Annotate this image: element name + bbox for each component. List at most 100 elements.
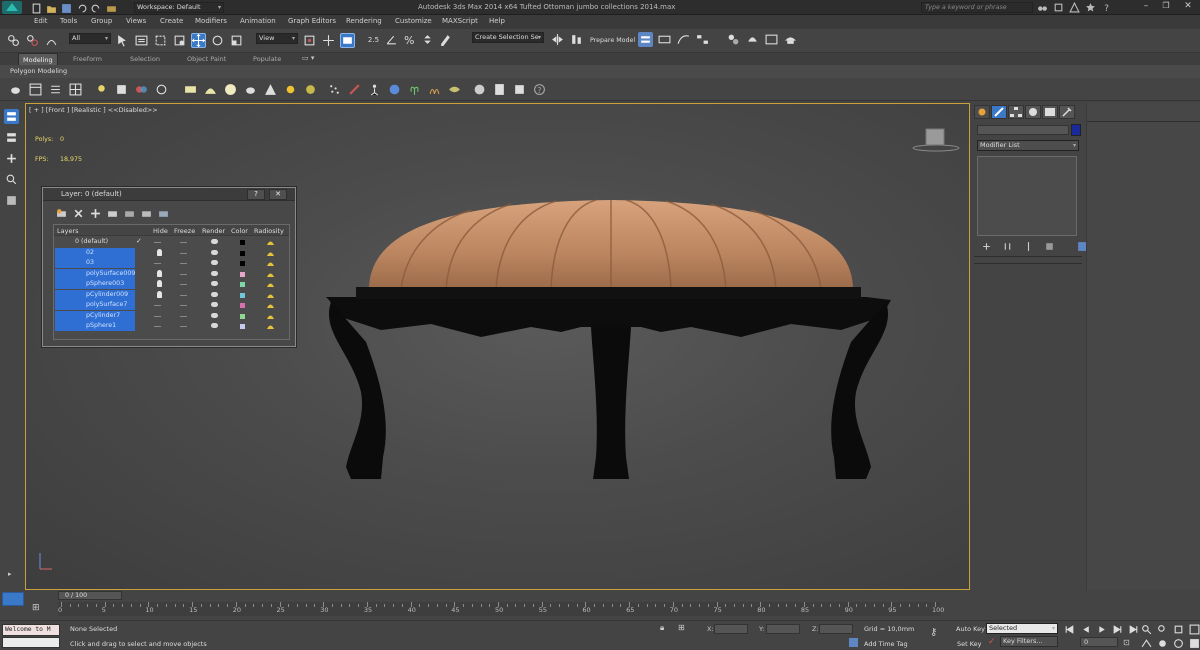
freeze-toggle[interactable] <box>180 252 187 254</box>
tab-populate[interactable]: Populate <box>253 55 281 63</box>
tab-modeling[interactable]: Modeling <box>18 53 58 65</box>
z-coordinate-field[interactable] <box>819 624 853 634</box>
freeze-toggle[interactable] <box>180 315 187 317</box>
new-file-icon[interactable] <box>30 2 43 15</box>
radiosity-icon[interactable] <box>266 280 275 288</box>
layer-color-swatch[interactable] <box>240 250 245 256</box>
col-color[interactable]: Color <box>231 227 248 235</box>
hide-toggle[interactable] <box>154 315 161 317</box>
render-teapot-icon[interactable] <box>211 239 218 244</box>
tab-utilities[interactable] <box>1059 105 1075 119</box>
col-hide[interactable]: Hide <box>153 227 168 235</box>
layer-row[interactable]: polySurface009 <box>54 268 289 280</box>
menu-rendering[interactable]: Rendering <box>346 17 382 25</box>
tab-modify[interactable] <box>991 105 1007 119</box>
plant-icon[interactable] <box>407 82 422 97</box>
delete-layer-icon[interactable] <box>72 207 85 220</box>
remove-modifier-icon[interactable] <box>1043 240 1056 253</box>
plane-primitive-icon[interactable] <box>183 82 198 97</box>
subscription-icon[interactable] <box>1052 1 1065 14</box>
bind-space-warp-icon[interactable] <box>44 33 59 48</box>
go-to-start-icon[interactable] <box>1063 623 1076 636</box>
grid-layout-icon[interactable] <box>68 82 83 97</box>
hide-toggle[interactable] <box>154 263 161 264</box>
document-icon[interactable] <box>492 82 507 97</box>
select-link-icon[interactable] <box>6 33 21 48</box>
radiosity-icon[interactable] <box>266 322 275 330</box>
expand-arrow-icon[interactable]: ▸ <box>8 570 12 578</box>
key-mode-icon[interactable]: ⚷ <box>930 627 937 638</box>
make-unique-icon[interactable] <box>1022 240 1035 253</box>
layer-explorer-icon[interactable] <box>4 109 19 124</box>
menu-help[interactable]: Help <box>489 17 505 25</box>
close-button[interactable]: ✕ <box>1176 0 1200 14</box>
named-selection-dropdown[interactable]: Create Selection Se <box>472 32 544 43</box>
maxscript-input[interactable] <box>2 637 60 648</box>
rendered-frame-window-icon[interactable] <box>764 32 779 47</box>
time-config-icon[interactable]: ⊡ <box>1123 638 1130 647</box>
angle-snap-icon[interactable] <box>384 32 399 47</box>
mini-listener-toggle[interactable] <box>2 592 24 606</box>
object-color-swatch[interactable] <box>1071 124 1081 136</box>
prepare-model-label[interactable]: Prepare Model <box>590 37 635 44</box>
set-key-check-icon[interactable]: ✓ <box>988 637 996 647</box>
redo-icon[interactable] <box>90 2 103 15</box>
help-circle-icon[interactable]: ? <box>532 82 547 97</box>
unlink-icon[interactable] <box>25 33 40 48</box>
col-render[interactable]: Render <box>202 227 225 235</box>
col-freeze[interactable]: Freeze <box>174 227 195 235</box>
align-icon[interactable] <box>569 32 584 47</box>
material-editor-icon[interactable] <box>726 32 741 47</box>
light-bulb-icon[interactable] <box>157 280 162 287</box>
bones-icon[interactable] <box>347 82 362 97</box>
workspace-dropdown[interactable]: Workspace: Default <box>134 2 224 13</box>
hide-toggle[interactable] <box>154 326 161 327</box>
layer-manager-icon[interactable] <box>638 32 653 47</box>
select-rotate-icon[interactable] <box>210 33 225 48</box>
particle-icon[interactable] <box>327 82 342 97</box>
render-teapot-icon[interactable] <box>211 323 218 328</box>
x-coordinate-field[interactable] <box>714 624 748 634</box>
maxscript-listener-field[interactable]: Welcome to M <box>2 624 60 636</box>
hair-icon[interactable] <box>427 82 442 97</box>
render-production-icon[interactable] <box>783 32 798 47</box>
tab-hierarchy[interactable] <box>1008 105 1024 119</box>
zoom-all-icon[interactable] <box>1156 623 1169 636</box>
scene-explorer-icon[interactable] <box>28 82 43 97</box>
mirror-icon[interactable] <box>550 32 565 47</box>
layer-row[interactable]: pCylinder7 <box>54 310 289 322</box>
absolute-mode-icon[interactable]: ⊞ <box>678 623 685 632</box>
select-objects-in-layer-icon[interactable] <box>106 207 119 220</box>
render-teapot-icon[interactable] <box>211 291 218 297</box>
menu-graph-editors[interactable]: Graph Editors <box>288 17 336 25</box>
layer-name[interactable]: pCylinder7 <box>55 310 135 321</box>
menu-animation[interactable]: Animation <box>240 17 276 25</box>
menu-modifiers[interactable]: Modifiers <box>195 17 227 25</box>
communication-icon[interactable] <box>1068 1 1081 14</box>
percent-snap-icon[interactable]: % <box>402 32 417 47</box>
layer-color-swatch[interactable] <box>240 261 245 266</box>
add-time-tag-icon[interactable] <box>849 638 858 647</box>
teapot-icon[interactable] <box>8 82 23 97</box>
previous-frame-icon[interactable] <box>1079 623 1092 636</box>
layer-color-swatch[interactable] <box>240 271 245 277</box>
maximize-button[interactable]: ❐ <box>1156 0 1176 14</box>
freeze-unfreeze-all-icon[interactable] <box>157 207 170 220</box>
menu-views[interactable]: Views <box>126 17 146 25</box>
lock-selection-icon[interactable]: 🔒︎ <box>660 623 664 633</box>
pivot-center-icon[interactable] <box>302 33 317 48</box>
viewport-label[interactable]: [ + ] [Front ] [Realistic ] <<Disabled>> <box>29 106 158 114</box>
selection-filter-dropdown[interactable]: All <box>69 33 111 44</box>
pin-stack-icon[interactable] <box>980 240 993 253</box>
freeze-toggle[interactable] <box>180 294 187 296</box>
layer-row[interactable]: pSphere003 <box>54 279 289 290</box>
hide-toggle[interactable] <box>154 305 161 306</box>
tab-motion[interactable] <box>1025 105 1041 119</box>
layer-color-swatch[interactable] <box>240 324 245 329</box>
tab-freeform[interactable]: Freeform <box>73 55 102 63</box>
radiosity-icon[interactable] <box>266 249 275 257</box>
zoom-extents-icon[interactable] <box>1172 623 1185 636</box>
favorites-icon[interactable] <box>1084 1 1097 14</box>
list-icon[interactable] <box>48 82 63 97</box>
xref-icon[interactable] <box>134 82 149 97</box>
